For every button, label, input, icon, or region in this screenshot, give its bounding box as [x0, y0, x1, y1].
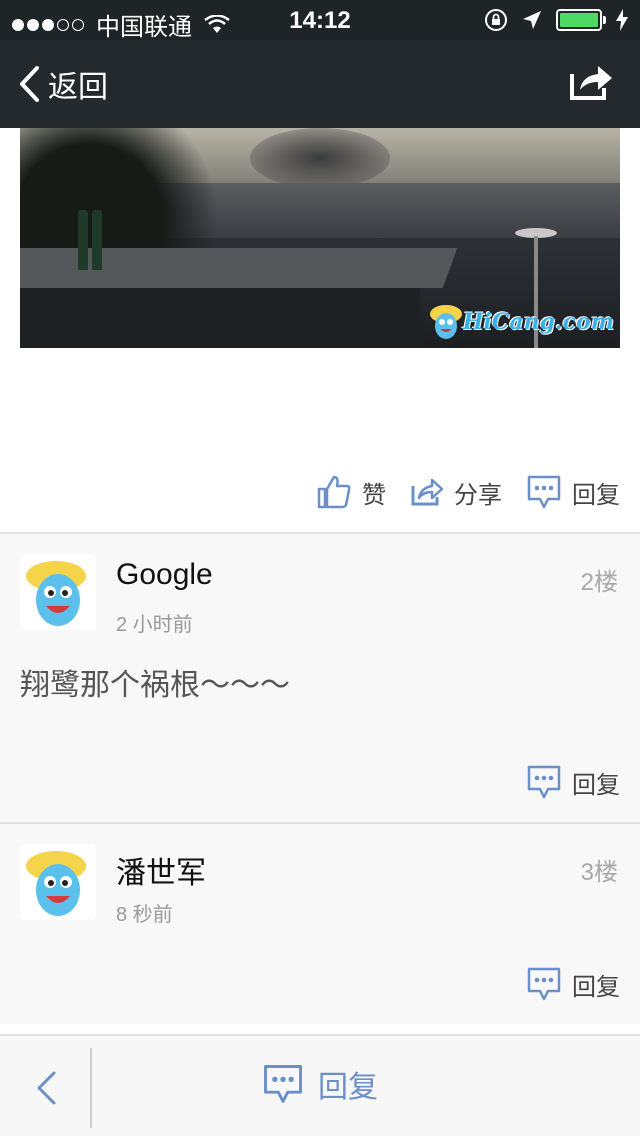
rotation-lock-icon — [485, 9, 507, 31]
battery-icon — [556, 9, 606, 31]
status-bar: 中国联通 14:12 — [0, 0, 640, 41]
prev-button[interactable] — [34, 1070, 58, 1111]
comment-actions: 回复 — [526, 966, 620, 1002]
bottom-reply-label: 回复 — [318, 1071, 378, 1104]
hicang-logo: HiCang.com — [429, 302, 614, 342]
bottom-reply-button[interactable]: 回复 — [262, 1062, 378, 1106]
comment-author[interactable]: 潘世军 — [116, 848, 206, 892]
reply-label: 回复 — [572, 771, 620, 799]
share-label: 分享 — [454, 481, 502, 509]
comment-bubble-icon — [527, 765, 561, 799]
comment-bubble-icon — [264, 1065, 302, 1103]
mascot-icon — [429, 305, 462, 339]
comment-floor: 3楼 — [580, 859, 618, 886]
chevron-left-icon — [37, 1071, 56, 1105]
watermark-text: HiCang.com — [462, 309, 614, 335]
share-button[interactable] — [568, 62, 614, 107]
comment-reply-button[interactable]: 回复 — [526, 966, 620, 1002]
comment-reply-button[interactable]: 回复 — [526, 764, 620, 800]
like-button[interactable]: 赞 — [316, 474, 386, 510]
bottom-toolbar: 回复 — [0, 1034, 640, 1136]
comment-text: 翔鹭那个祸根～～～ — [20, 669, 290, 702]
reply-label: 回复 — [572, 481, 620, 509]
location-arrow-icon — [523, 11, 541, 29]
comment-item: Google 2 小时前 2楼 翔鹭那个祸根～～～ 回复 — [0, 534, 640, 822]
status-right — [484, 8, 628, 32]
mascot-avatar-icon — [26, 561, 86, 626]
post-share-button[interactable]: 分享 — [410, 475, 502, 510]
post-actions: 赞 分享 回复 — [316, 474, 620, 510]
reply-button[interactable]: 回复 — [526, 474, 620, 510]
charging-bolt-icon — [616, 9, 628, 31]
back-label: 返回 — [48, 71, 108, 104]
comment-bubble-icon — [527, 967, 561, 1001]
thumbs-up-icon — [317, 475, 351, 509]
comment-bubble-icon — [527, 475, 561, 509]
toolbar-separator — [90, 1048, 92, 1128]
comment-author[interactable]: Google — [116, 558, 213, 592]
mascot-avatar-icon — [26, 851, 86, 916]
like-label: 赞 — [362, 481, 386, 509]
nav-bar: 返回 — [0, 40, 640, 128]
chevron-left-icon — [20, 66, 39, 102]
comment-time: 2 小时前 — [116, 614, 193, 636]
back-button[interactable]: 返回 — [18, 62, 108, 106]
comment-item: 潘世军 8 秒前 3楼 回复 — [0, 824, 640, 1024]
share-icon — [411, 478, 444, 506]
comment-floor: 2楼 — [580, 569, 618, 596]
reply-label: 回复 — [572, 973, 620, 1001]
share-icon — [570, 66, 612, 100]
comment-actions: 回复 — [526, 764, 620, 800]
avatar[interactable] — [20, 554, 96, 630]
comment-time: 8 秒前 — [116, 904, 173, 926]
avatar[interactable] — [20, 844, 96, 920]
post-photo[interactable]: HiCang.com — [20, 128, 620, 348]
